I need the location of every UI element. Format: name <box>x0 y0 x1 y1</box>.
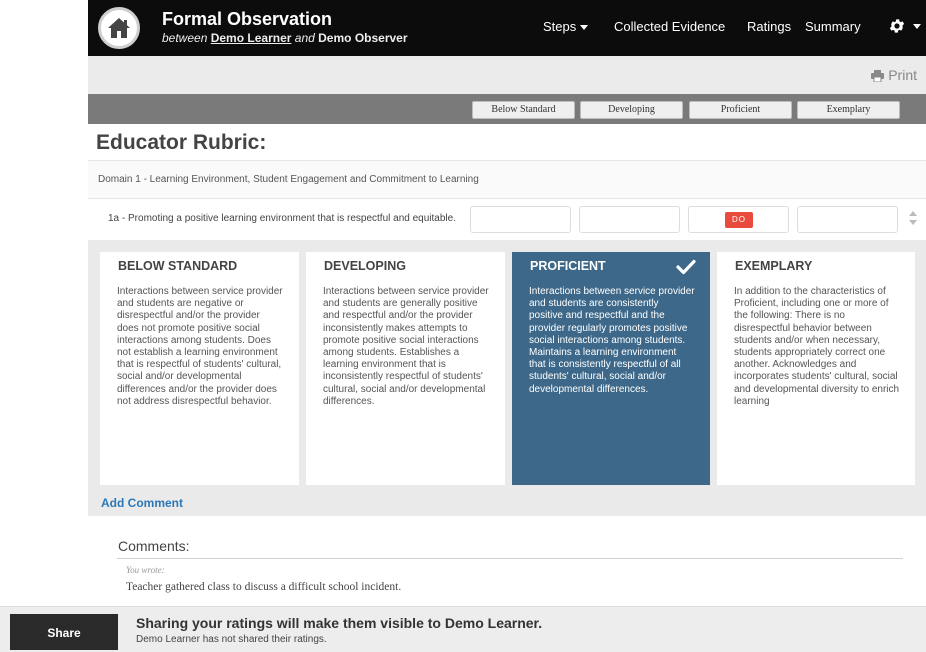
gear-icon <box>889 19 905 33</box>
settings-menu[interactable] <box>888 17 921 40</box>
share-message: Sharing your ratings will make them visi… <box>136 615 543 631</box>
rubric-cards-area: BELOW STANDARD Interactions between serv… <box>88 240 926 516</box>
card-description: Interactions between service provider an… <box>529 286 695 395</box>
learner-name-link[interactable]: Demo Learner <box>211 31 292 45</box>
chevron-down-icon <box>913 24 921 29</box>
comment-text: Teacher gathered class to discuss a diff… <box>126 581 402 593</box>
observer-name: Demo Observer <box>318 31 408 45</box>
divider <box>117 558 903 559</box>
nav-collected-evidence[interactable]: Collected Evidence <box>614 19 725 34</box>
page-subtitle: between Demo Learner and Demo Observer <box>162 31 408 45</box>
nav-ratings[interactable]: Ratings <box>747 19 791 34</box>
subtitle-between: between <box>162 31 208 45</box>
nav-summary[interactable]: Summary <box>805 19 861 34</box>
card-description: Interactions between service provider an… <box>117 286 283 407</box>
print-label: Print <box>888 67 917 83</box>
rating-cell-exemplary[interactable] <box>797 206 898 233</box>
rubric-card-below-standard[interactable]: BELOW STANDARD Interactions between serv… <box>100 252 299 485</box>
rating-cell-below-standard[interactable] <box>470 206 571 233</box>
card-title: DEVELOPING <box>324 259 406 273</box>
card-title: PROFICIENT <box>530 259 606 273</box>
print-toolbar: Print <box>88 56 926 94</box>
level-exemplary[interactable]: Exemplary <box>797 101 900 119</box>
app-header: Formal Observation between Demo Learner … <box>88 0 926 56</box>
rubric-card-exemplary[interactable]: EXEMPLARY In addition to the characteris… <box>717 252 915 485</box>
domain-label: Domain 1 - Learning Environment, Student… <box>98 174 479 185</box>
indicator-stepper[interactable] <box>908 210 918 231</box>
printer-icon <box>871 70 885 83</box>
share-button[interactable]: Share <box>10 614 118 650</box>
page-title: Formal Observation <box>162 9 333 29</box>
rubric-card-proficient[interactable]: PROFICIENT Interactions between service … <box>512 252 710 485</box>
level-below-standard[interactable]: Below Standard <box>472 101 575 119</box>
nav-steps-dropdown[interactable]: Steps <box>543 19 589 34</box>
comment-author-label: You wrote: <box>126 565 165 575</box>
level-header-bar: Below Standard Developing Proficient Exe… <box>88 94 926 124</box>
nav-steps-label: Steps <box>543 19 577 34</box>
rubric-title: Educator Rubric: <box>96 131 267 154</box>
add-comment-link[interactable]: Add Comment <box>101 496 183 510</box>
level-proficient[interactable]: Proficient <box>689 101 792 119</box>
domain-row: Domain 1 - Learning Environment, Student… <box>88 160 926 199</box>
chevron-down-icon <box>580 25 589 31</box>
subtitle-and: and <box>294 31 315 45</box>
card-title: BELOW STANDARD <box>118 259 238 273</box>
print-button[interactable]: Print <box>871 67 917 83</box>
rubric-card-developing[interactable]: DEVELOPING Interactions between service … <box>306 252 505 485</box>
level-developing[interactable]: Developing <box>580 101 683 119</box>
card-description: In addition to the characteristics of Pr… <box>734 286 900 407</box>
rating-cell-proficient[interactable]: DO <box>688 206 789 233</box>
rating-cell-developing[interactable] <box>579 206 680 233</box>
home-icon[interactable] <box>98 7 140 49</box>
share-footer: Share Sharing your ratings will make the… <box>0 606 926 652</box>
indicator-label: 1a - Promoting a positive learning envir… <box>108 213 456 224</box>
comments-heading: Comments: <box>118 538 190 554</box>
up-down-arrows-icon <box>909 211 917 225</box>
observer-rating-badge: DO <box>725 212 753 228</box>
share-status: Demo Learner has not shared their rating… <box>136 634 327 645</box>
card-title: EXEMPLARY <box>735 259 813 273</box>
checkmark-icon <box>676 259 696 275</box>
card-description: Interactions between service provider an… <box>323 286 489 407</box>
